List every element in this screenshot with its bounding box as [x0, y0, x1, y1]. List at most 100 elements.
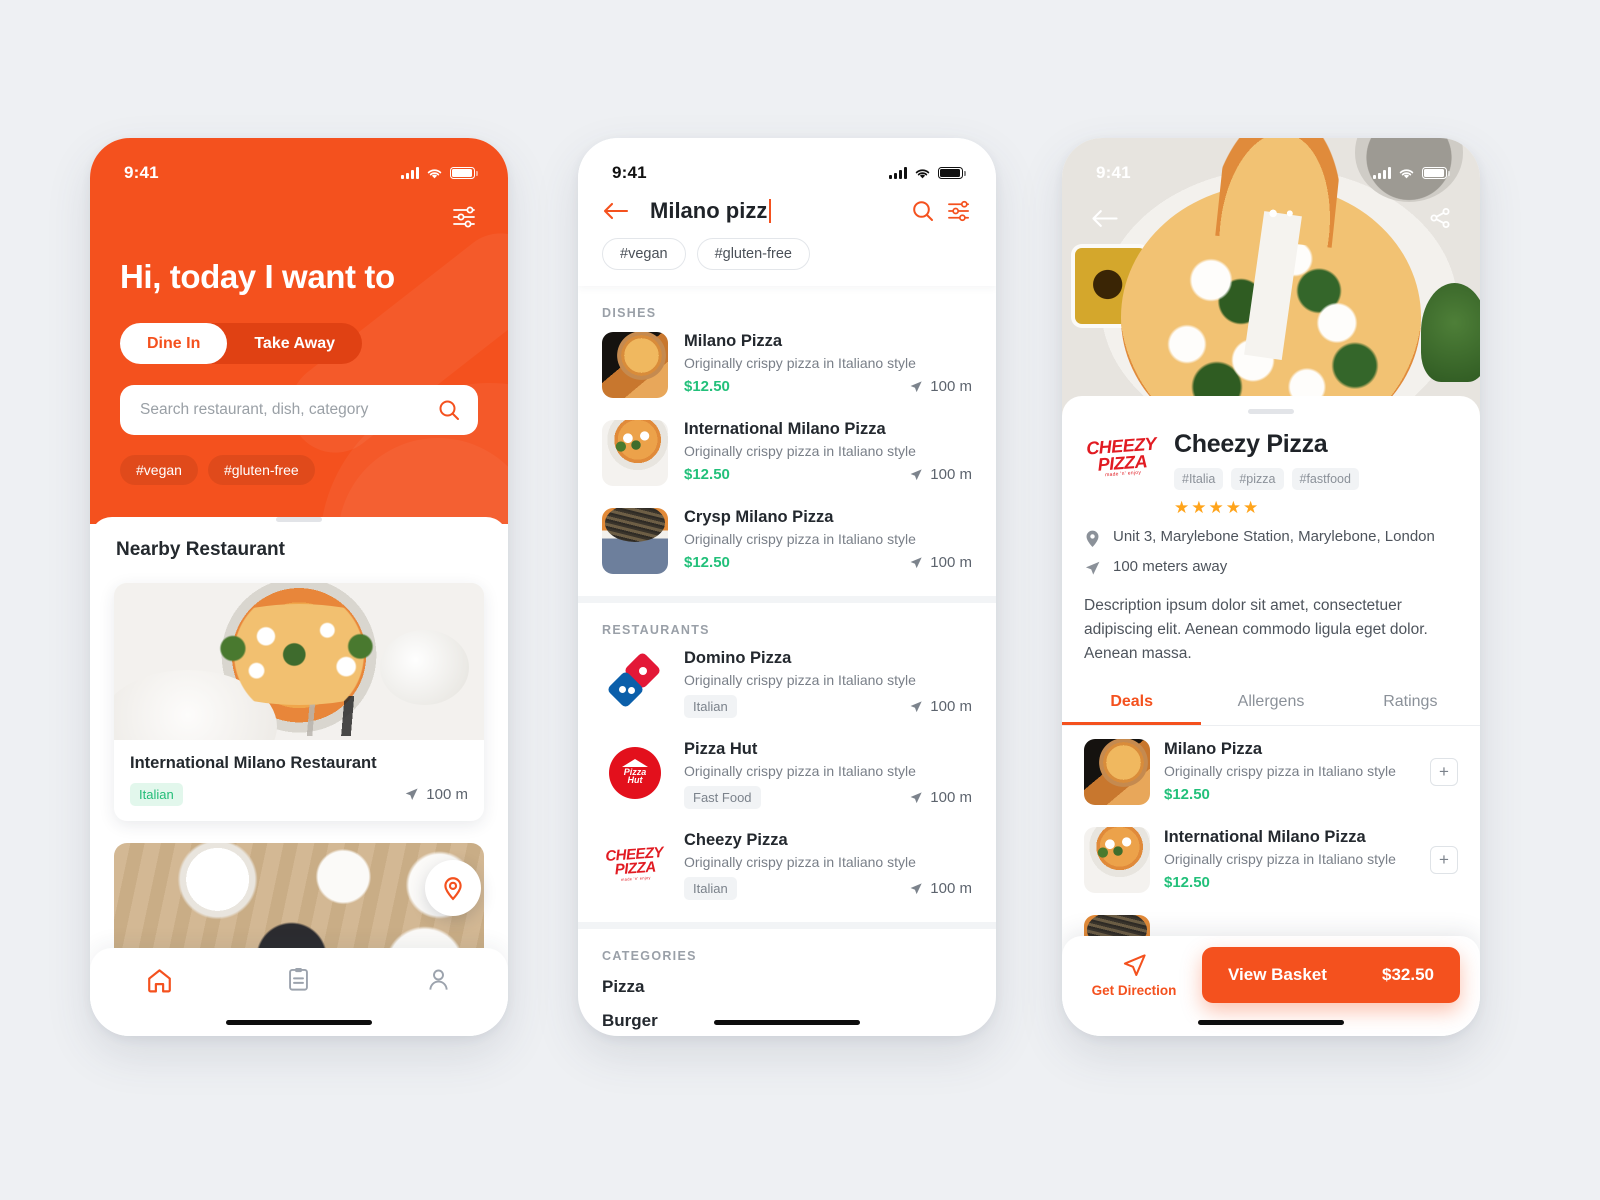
- tag-vegan[interactable]: #vegan: [602, 238, 686, 270]
- status-time: 9:41: [612, 163, 647, 182]
- tab-profile[interactable]: [369, 966, 508, 993]
- address-value: Unit 3, Marylebone Station, Marylebone, …: [1113, 527, 1435, 545]
- navigation-arrow-icon: [1085, 561, 1100, 575]
- cuisine-badge: Italian: [130, 782, 183, 806]
- canvas: 9:41 Hi, today I want to Dine In Take Aw…: [0, 0, 1600, 1200]
- cuisine-badge: Italian: [684, 877, 737, 900]
- navigation-arrow-icon: [1123, 954, 1146, 976]
- dish-price: $12.50: [684, 466, 730, 483]
- tab-ratings[interactable]: Ratings: [1341, 682, 1480, 725]
- dish-price: $12.50: [684, 378, 730, 395]
- restaurant-subtitle: Originally crispy pizza in Italiano styl…: [684, 854, 916, 870]
- dish-subtitle: Originally crispy pizza in Italiano styl…: [684, 355, 916, 371]
- tag-italia[interactable]: #Italia: [1174, 467, 1224, 490]
- tab-deals[interactable]: Deals: [1062, 682, 1202, 725]
- restaurant-header: CHEEZY PIZZA made 'n' enjoy Cheezy Pizza …: [1062, 414, 1480, 518]
- tag-gluten-free[interactable]: #gluten-free: [207, 455, 315, 485]
- deal-price: $12.50: [1164, 874, 1210, 892]
- phone-screen-home: 9:41 Hi, today I want to Dine In Take Aw…: [90, 138, 508, 1036]
- wifi-icon: [915, 168, 930, 178]
- tab-orders[interactable]: [229, 966, 368, 993]
- view-basket-button[interactable]: View Basket $32.50: [1202, 947, 1460, 1003]
- tag-gluten-free[interactable]: #gluten-free: [696, 238, 810, 270]
- restaurant-row[interactable]: CHEEZY PIZZA made 'n' enjoy Cheezy Pizza …: [602, 819, 972, 910]
- distance-label: 100 m: [909, 698, 972, 715]
- back-button[interactable]: [1090, 208, 1120, 229]
- dish-title: Milano Pizza: [684, 332, 783, 350]
- deal-subtitle: Originally crispy pizza in Italiano styl…: [1164, 763, 1396, 780]
- signal-icon: [888, 167, 907, 179]
- status-bar: 9:41: [90, 138, 508, 194]
- get-direction-button[interactable]: Get Direction: [1082, 952, 1186, 998]
- tag-pizza[interactable]: #pizza: [1231, 467, 1284, 490]
- deal-row[interactable]: International Milano Pizza Originally cr…: [1062, 814, 1480, 902]
- restaurant-row[interactable]: Domino Pizza Originally crispy pizza in …: [602, 637, 972, 728]
- tab-allergens[interactable]: Allergens: [1201, 682, 1340, 725]
- search-icon[interactable]: [911, 199, 935, 223]
- section-divider: [578, 922, 996, 929]
- deal-thumbnail: [1084, 738, 1150, 805]
- deal-thumbnail: [1084, 826, 1150, 893]
- add-to-basket-button[interactable]: +: [1430, 757, 1458, 786]
- wifi-icon: [1399, 168, 1414, 178]
- restaurant-subtitle: Originally crispy pizza in Italiano styl…: [684, 672, 916, 688]
- home-icon: [148, 969, 172, 993]
- domino-logo: [602, 649, 668, 715]
- deal-row[interactable]: Milano Pizza Originally crispy pizza in …: [1062, 726, 1480, 814]
- category-item-burger[interactable]: Burger: [578, 997, 996, 1031]
- arrow-left-icon: [1092, 209, 1118, 227]
- add-to-basket-button[interactable]: +: [1430, 845, 1458, 874]
- search-icon[interactable]: [438, 399, 460, 421]
- distance-label: 100 m: [909, 378, 972, 395]
- sliders-icon[interactable]: [452, 206, 478, 228]
- phone-screen-search: 9:41 Milano pizz #vegan #gluten-free DIS…: [578, 138, 996, 1036]
- battery-icon: [1421, 167, 1450, 179]
- restaurant-row[interactable]: Pizza Hut Pizza Hut Originally crispy piz…: [602, 728, 972, 819]
- tag-fastfood[interactable]: #fastfood: [1291, 467, 1359, 490]
- restaurant-subtitle: Originally crispy pizza in Italiano styl…: [684, 763, 916, 779]
- dish-row[interactable]: Milano Pizza Originally crispy pizza in …: [602, 320, 972, 408]
- home-search-bar[interactable]: [120, 385, 478, 435]
- distance-label: 100 m: [909, 880, 972, 897]
- section-label-categories: CATEGORIES: [602, 949, 697, 963]
- tag-vegan[interactable]: #vegan: [120, 455, 198, 485]
- status-bar: 9:41: [1062, 138, 1480, 194]
- order-type-toggle[interactable]: Dine In Take Away: [120, 323, 362, 364]
- distance-value: 100 m: [930, 880, 972, 897]
- home-indicator: [1198, 1019, 1344, 1025]
- user-icon: [429, 969, 448, 990]
- dish-title: International Milano Pizza: [684, 420, 886, 438]
- toggle-option-take-away[interactable]: Take Away: [227, 323, 362, 364]
- search-input[interactable]: [140, 401, 438, 419]
- deal-price: $12.50: [1164, 786, 1210, 804]
- location-pin-icon: [1086, 530, 1099, 547]
- navigation-arrow-icon: [910, 468, 922, 480]
- tab-home[interactable]: [90, 966, 229, 995]
- page-title: Hi, today I want to: [120, 258, 395, 295]
- category-item-pizza[interactable]: Pizza: [578, 963, 996, 997]
- distance-value: 100 m: [930, 378, 972, 395]
- search-header: 9:41 Milano pizz #vegan #gluten-free: [578, 138, 996, 286]
- dish-row[interactable]: International Milano Pizza Originally cr…: [602, 408, 972, 496]
- back-button[interactable]: [602, 201, 630, 221]
- search-query-text[interactable]: Milano pizz: [642, 198, 899, 224]
- navigation-arrow-icon: [910, 556, 922, 568]
- status-time: 9:41: [124, 163, 159, 182]
- signal-icon: [1372, 167, 1391, 179]
- toggle-option-dine-in[interactable]: Dine In: [120, 323, 228, 364]
- sliders-icon[interactable]: [947, 200, 972, 222]
- arrow-left-icon: [603, 202, 629, 220]
- restaurant-card[interactable]: International Milano Restaurant Italian …: [114, 582, 484, 821]
- map-fab-button[interactable]: [425, 860, 481, 916]
- share-button[interactable]: [1428, 206, 1452, 230]
- distance-value: 100 m: [930, 466, 972, 483]
- status-indicators: [400, 167, 478, 180]
- cuisine-badge: Fast Food: [684, 786, 761, 809]
- navigation-arrow-icon: [910, 380, 922, 392]
- dishes-list: Milano Pizza Originally crispy pizza in …: [578, 320, 996, 584]
- restaurant-name: Cheezy Pizza: [1174, 429, 1328, 458]
- distance-value: 100 m: [930, 698, 972, 715]
- section-label-dishes: DISHES: [602, 306, 657, 320]
- dish-row[interactable]: Crysp Milano Pizza Originally crispy piz…: [602, 496, 972, 584]
- deal-title: Milano Pizza: [1164, 740, 1263, 759]
